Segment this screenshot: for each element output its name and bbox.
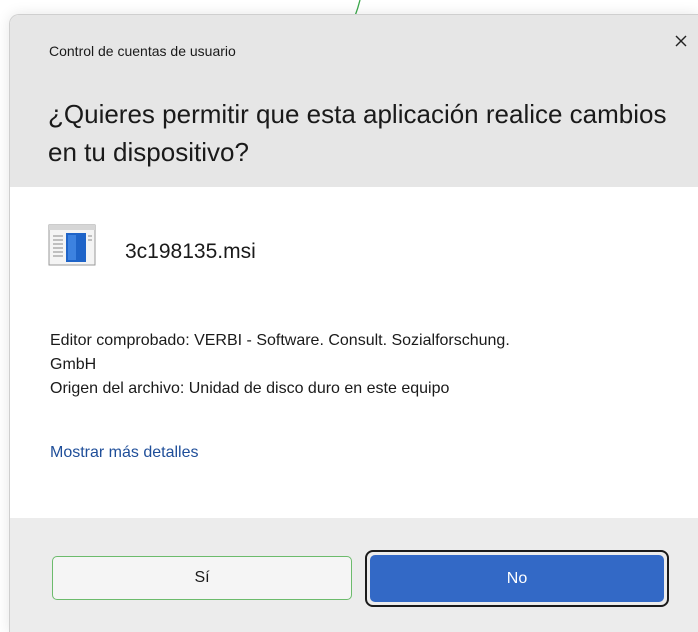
publisher-line-continued: GmbH bbox=[50, 356, 97, 373]
close-icon[interactable] bbox=[669, 29, 693, 53]
window-title: Control de cuentas de usuario bbox=[49, 43, 236, 59]
dialog-heading: ¿Quieres permitir que esta aplicación re… bbox=[48, 99, 667, 167]
dialog-footer: Sí No bbox=[10, 518, 698, 632]
desktop-background: Control de cuentas de usuario ¿Quieres p… bbox=[0, 0, 698, 632]
dialog-header: Control de cuentas de usuario ¿Quieres p… bbox=[10, 15, 698, 187]
uac-dialog: Control de cuentas de usuario ¿Quieres p… bbox=[9, 14, 698, 632]
installer-icon bbox=[48, 223, 96, 267]
show-more-details-link[interactable]: Mostrar más detalles bbox=[50, 444, 199, 462]
file-origin: Origen del archivo: Unidad de disco duro… bbox=[50, 380, 450, 397]
yes-button[interactable]: Sí bbox=[52, 556, 352, 600]
publisher-info: Editor comprobado: VERBI - Software. Con… bbox=[50, 329, 670, 401]
no-button[interactable]: No bbox=[370, 555, 664, 602]
publisher-line: Editor comprobado: VERBI - Software. Con… bbox=[50, 332, 510, 349]
app-file-name: 3c198135.msi bbox=[125, 240, 256, 263]
dialog-content: 3c198135.msi Editor comprobado: VERBI - … bbox=[10, 187, 698, 518]
